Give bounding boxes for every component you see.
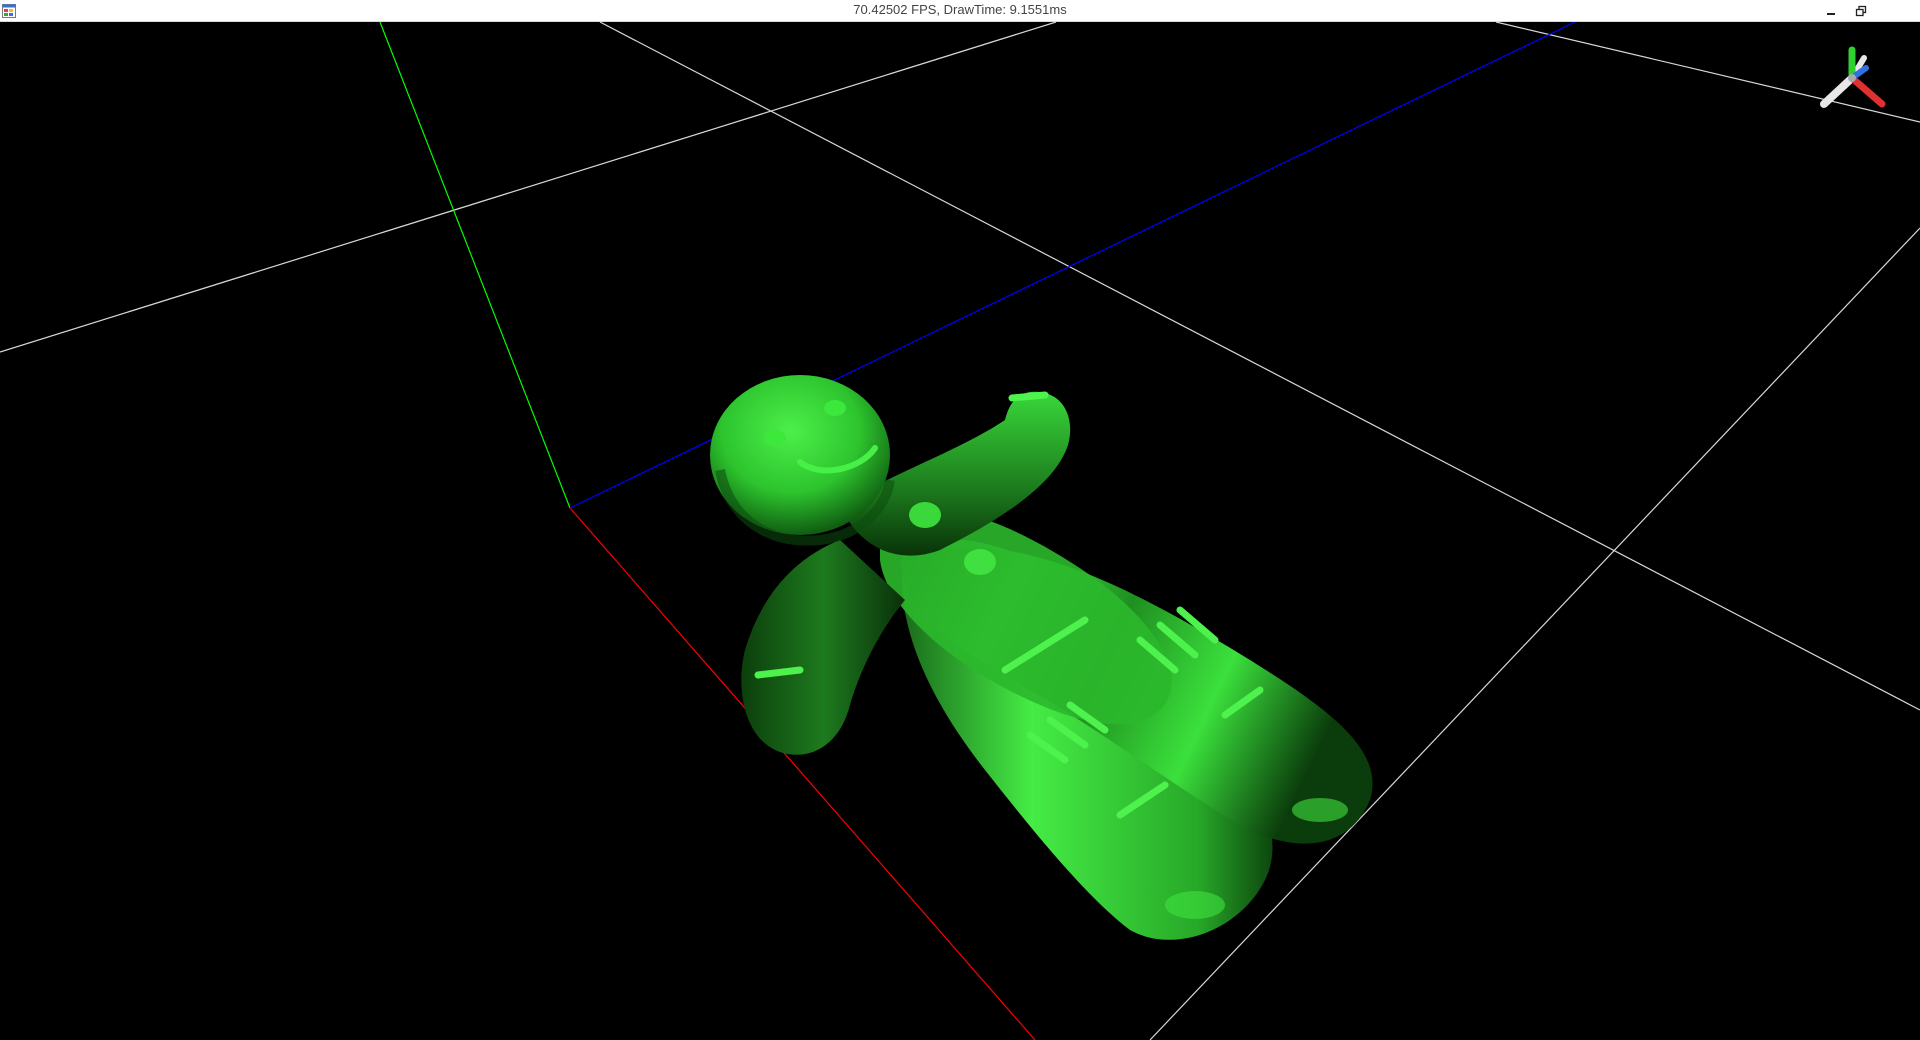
minimize-button[interactable] xyxy=(1816,0,1846,22)
window-title: 70.42502 FPS, DrawTime: 9.1551ms xyxy=(853,2,1067,17)
gingerbread-model[interactable] xyxy=(710,375,1373,940)
restore-button[interactable] xyxy=(1846,0,1876,22)
3d-viewport[interactable] xyxy=(0,22,1920,1040)
restore-icon xyxy=(1855,5,1867,17)
axis-gizmo-icon[interactable] xyxy=(1820,46,1886,108)
y-axis-line xyxy=(379,22,571,509)
scene-canvas[interactable] xyxy=(0,22,1920,1040)
minimize-icon xyxy=(1827,13,1835,15)
window-titlebar[interactable]: 70.42502 FPS, DrawTime: 9.1551ms xyxy=(0,0,1920,22)
